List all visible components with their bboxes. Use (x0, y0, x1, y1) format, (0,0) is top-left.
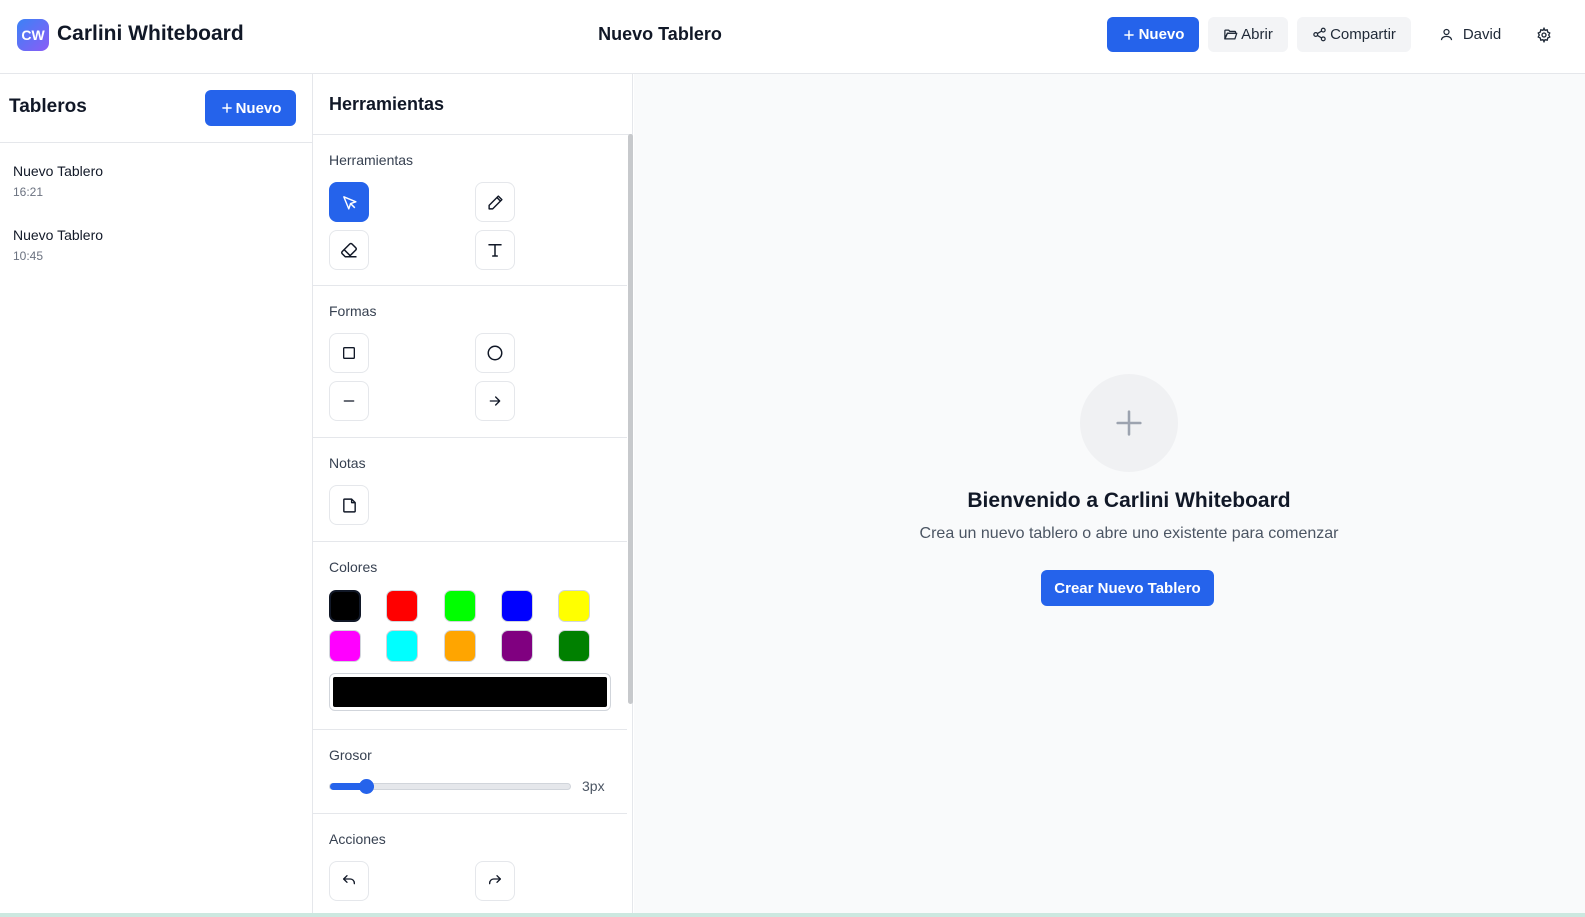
board-list-item[interactable]: Nuevo Tablero 10:45 (13, 227, 103, 263)
pencil-tool-button[interactable] (475, 182, 515, 222)
eraser-icon (341, 242, 357, 258)
section-label-notes: Notas (329, 455, 366, 471)
color-swatch[interactable] (386, 590, 418, 622)
bottom-edge (0, 913, 1585, 917)
color-swatch[interactable] (444, 630, 476, 662)
new-board-button[interactable]: Nuevo (1107, 17, 1199, 52)
board-list-item[interactable]: Nuevo Tablero 16:21 (13, 163, 103, 199)
undo-icon (343, 875, 355, 885)
tools-title: Herramientas (329, 94, 445, 114)
circle-tool-button[interactable] (475, 333, 515, 373)
tools-header: Herramientas (313, 74, 632, 135)
welcome-subtitle: Crea un nuevo tablero o abre uno existen… (919, 525, 1339, 542)
select-tool-button[interactable] (329, 182, 369, 222)
folder-open-icon (1224, 29, 1238, 40)
line-tool-button[interactable] (329, 381, 369, 421)
user-name: David (1462, 26, 1502, 43)
share-icon (1313, 27, 1326, 42)
share-label: Compartir (1330, 26, 1396, 43)
section-label-thickness: Grosor (329, 747, 372, 763)
thickness-section: Grosor 3px (313, 730, 627, 814)
section-label-colors: Colores (329, 559, 378, 575)
redo-icon (489, 875, 501, 885)
app-logo: CW (17, 19, 49, 51)
sidebar-title: Tableros (9, 96, 87, 117)
color-swatch[interactable] (558, 590, 590, 622)
sidebar-new-button[interactable]: Nuevo (205, 90, 296, 126)
settings-button[interactable] (1530, 17, 1560, 52)
color-swatch[interactable] (329, 590, 361, 622)
sticky-note-icon (342, 497, 356, 513)
text-tool-button[interactable] (475, 230, 515, 270)
board-name: Nuevo Tablero (13, 163, 104, 179)
welcome-plus-badge (1080, 374, 1178, 472)
new-board-label: Nuevo (1138, 26, 1185, 43)
section-label-shapes: Formas (329, 303, 377, 319)
actions-section: Acciones (313, 814, 627, 917)
thickness-slider-thumb[interactable] (359, 779, 375, 794)
board-time: 16:21 (13, 185, 44, 199)
plus-icon (1123, 29, 1134, 40)
color-swatch[interactable] (386, 630, 418, 662)
rectangle-tool-button[interactable] (329, 333, 369, 373)
plus-icon (1116, 410, 1142, 436)
sidebar-new-label: Nuevo (235, 99, 282, 117)
custom-color-preview (333, 677, 607, 707)
arrow-icon (489, 396, 501, 406)
section-label-actions: Acciones (329, 831, 386, 847)
color-swatch[interactable] (558, 630, 590, 662)
color-swatch[interactable] (329, 630, 361, 662)
text-icon (488, 244, 502, 257)
shapes-section: Formas (313, 286, 627, 438)
board-name: Nuevo Tablero (13, 227, 104, 243)
square-icon (343, 347, 355, 359)
color-swatch[interactable] (501, 590, 533, 622)
eraser-tool-button[interactable] (329, 230, 369, 270)
line-icon (343, 400, 355, 402)
open-label: Abrir (1241, 26, 1273, 43)
create-board-button[interactable]: Crear Nuevo Tablero (1041, 570, 1214, 606)
board-time: 10:45 (13, 249, 44, 263)
thickness-value: 3px (582, 778, 605, 794)
whiteboard-canvas[interactable]: Bienvenido a Carlini Whiteboard Crea un … (634, 74, 1585, 917)
tools-panel: Herramientas Herramientas Formas Notas C… (313, 74, 633, 917)
tools-panel-scrollbar[interactable] (628, 134, 633, 704)
gear-icon (1536, 26, 1551, 43)
app-title: Carlini Whiteboard (57, 22, 244, 45)
tools-section: Herramientas (313, 135, 627, 286)
notes-section: Notas (313, 438, 627, 542)
welcome-title: Bienvenido a Carlini Whiteboard (967, 489, 1291, 512)
undo-button[interactable] (329, 861, 369, 901)
arrow-tool-button[interactable] (475, 381, 515, 421)
circle-icon (487, 345, 503, 361)
sticky-note-tool-button[interactable] (329, 485, 369, 525)
color-swatch[interactable] (501, 630, 533, 662)
custom-color-picker[interactable] (329, 673, 611, 711)
redo-button[interactable] (475, 861, 515, 901)
sidebar-header: Tableros Nuevo (0, 74, 312, 143)
boards-sidebar: Tableros Nuevo Nuevo Tablero 16:21 Nuevo… (0, 74, 313, 917)
pencil-icon (487, 194, 503, 210)
user-icon (1440, 28, 1452, 41)
board-title[interactable]: Nuevo Tablero (560, 24, 760, 45)
open-button[interactable]: Abrir (1208, 17, 1288, 52)
plus-icon (221, 103, 232, 113)
share-button[interactable]: Compartir (1297, 17, 1411, 52)
top-bar: CW Carlini Whiteboard Nuevo Tablero Nuev… (0, 0, 1585, 74)
color-swatch[interactable] (444, 590, 476, 622)
user-menu-button[interactable]: David (1430, 17, 1510, 52)
thickness-slider[interactable] (329, 779, 571, 794)
cursor-icon (342, 195, 357, 210)
section-label-tools: Herramientas (329, 152, 414, 168)
colors-section: Colores (313, 542, 627, 730)
